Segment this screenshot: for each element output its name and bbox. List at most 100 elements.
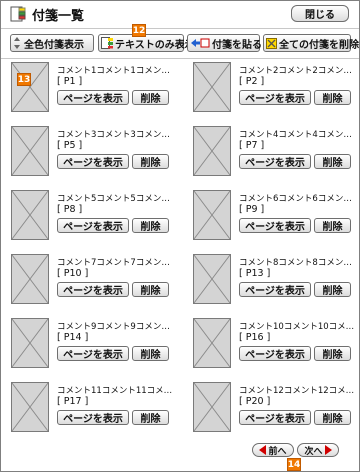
note-comment: コメント6コメント6コメント6...: [239, 194, 357, 204]
delete-note-button[interactable]: 削除: [132, 154, 169, 169]
close-button[interactable]: 閉じる: [291, 5, 349, 22]
show-page-button[interactable]: ページを表示: [57, 282, 129, 297]
page-thumbnail[interactable]: [11, 190, 49, 240]
delete-all-label: 全ての付箋を削除: [279, 39, 359, 51]
note-page-number: [ P2 ]: [239, 76, 265, 87]
divider: [1, 58, 359, 59]
sticky-note-icon: [10, 6, 26, 22]
toolbar: 全色付箋表示 テキストのみ表示 付箋を貼る 全ての付箋を削除: [1, 32, 359, 56]
delete-note-button[interactable]: 削除: [314, 154, 351, 169]
sticky-note-item: コメント2コメント2コメント2...[ P2 ] ページを表示 削除: [193, 62, 360, 118]
note-comment: コメント11コメント11コメン...: [57, 386, 175, 396]
show-page-button[interactable]: ページを表示: [57, 218, 129, 233]
sticky-note-item: コメント5コメント5コメント5...[ P8 ] ページを表示 削除: [11, 190, 186, 246]
prev-page-button[interactable]: 前へ: [252, 443, 294, 457]
show-page-button[interactable]: ページを表示: [239, 282, 311, 297]
note-page-number: [ P7 ]: [239, 140, 265, 151]
delete-note-button[interactable]: 削除: [132, 90, 169, 105]
delete-note-button[interactable]: 削除: [314, 218, 351, 233]
page-thumbnail[interactable]: [193, 318, 231, 368]
sticky-note-item: コメント10コメント10コメン...[ P16 ] ページを表示 削除: [193, 318, 360, 374]
delete-note-button[interactable]: 削除: [314, 346, 351, 361]
callout-badge-12: 12: [132, 24, 146, 37]
page-thumbnail[interactable]: [11, 254, 49, 304]
close-label: 閉じる: [305, 10, 335, 21]
delete-note-button[interactable]: 削除: [314, 282, 351, 297]
next-page-button[interactable]: 次へ: [297, 443, 339, 457]
page-thumbnail[interactable]: [193, 190, 231, 240]
page-thumbnail[interactable]: [11, 126, 49, 176]
sticky-note-item: コメント9コメント9コメント9...[ P14 ] ページを表示 削除: [11, 318, 186, 374]
page-thumbnail[interactable]: [11, 382, 49, 432]
show-page-button[interactable]: ページを表示: [239, 154, 311, 169]
note-page-number: [ P1 ]: [57, 76, 83, 87]
show-page-button[interactable]: ページを表示: [57, 90, 129, 105]
note-page-number: [ P10 ]: [57, 268, 89, 279]
show-page-button[interactable]: ページを表示: [239, 218, 311, 233]
note-comment: コメント4コメント4コメント4...: [239, 130, 357, 140]
sticky-note-item: コメント4コメント4コメント4...[ P7 ] ページを表示 削除: [193, 126, 360, 182]
note-comment: コメント9コメント9コメント9...: [57, 322, 175, 332]
note-comment: コメント7コメント7コメント7...: [57, 258, 175, 268]
show-page-button[interactable]: ページを表示: [57, 346, 129, 361]
show-page-button[interactable]: ページを表示: [239, 90, 311, 105]
show-page-button[interactable]: ページを表示: [57, 154, 129, 169]
color-filter-select[interactable]: 全色付箋表示: [10, 34, 94, 52]
note-page-number: [ P14 ]: [57, 332, 89, 343]
delete-all-icon: [266, 37, 277, 49]
note-page-number: [ P17 ]: [57, 396, 89, 407]
sticky-note-item: コメント12コメント12コメン...[ P20 ] ページを表示 削除: [193, 382, 360, 438]
text-list-icon: [101, 37, 113, 49]
delete-note-button[interactable]: 削除: [132, 282, 169, 297]
arrow-right-icon: [324, 445, 332, 455]
note-comment: コメント5コメント5コメント5...: [57, 194, 175, 204]
sticky-note-item: コメント11コメント11コメン...[ P17 ] ページを表示 削除: [11, 382, 186, 438]
delete-all-button[interactable]: 全ての付箋を削除: [263, 34, 359, 52]
title-bar: 付箋一覧 閉じる: [1, 1, 359, 27]
sticky-note-item: コメント7コメント7コメント7...[ P10 ] ページを表示 削除: [11, 254, 186, 310]
note-comment: コメント12コメント12コメン...: [239, 386, 357, 396]
show-page-button[interactable]: ページを表示: [239, 410, 311, 425]
page-thumbnail[interactable]: [11, 318, 49, 368]
note-comment: コメント3コメント3コメント3...: [57, 130, 175, 140]
note-page-number: [ P8 ]: [57, 204, 83, 215]
delete-note-button[interactable]: 削除: [314, 90, 351, 105]
show-page-button[interactable]: ページを表示: [239, 346, 311, 361]
page-thumbnail[interactable]: [11, 62, 49, 112]
page-thumbnail[interactable]: [193, 254, 231, 304]
note-comment: コメント1コメント1コメント1...: [57, 66, 175, 76]
note-page-number: [ P16 ]: [239, 332, 271, 343]
show-page-button[interactable]: ページを表示: [57, 410, 129, 425]
note-page-number: [ P13 ]: [239, 268, 271, 279]
sticky-note-item: コメント8コメント8コメント8...[ P13 ] ページを表示 削除: [193, 254, 360, 310]
panel-title: 付箋一覧: [32, 9, 85, 24]
note-page-number: [ P9 ]: [239, 204, 265, 215]
paste-note-button[interactable]: 付箋を貼る: [187, 34, 262, 52]
callout-badge-14: 14: [287, 458, 301, 471]
delete-note-button[interactable]: 削除: [132, 410, 169, 425]
page-thumbnail[interactable]: [193, 126, 231, 176]
delete-note-button[interactable]: 削除: [314, 410, 351, 425]
color-filter-label: 全色付箋表示: [24, 39, 84, 51]
sticky-notes-panel: 付箋一覧 閉じる 全色付箋表示 テキストのみ表示 付箋を貼る 全ての付箋を削除 …: [0, 0, 360, 472]
callout-badge-13: 13: [17, 73, 31, 86]
note-comment: コメント10コメント10コメン...: [239, 322, 357, 332]
note-page-number: [ P5 ]: [57, 140, 83, 151]
sticky-note-item: コメント1コメント1コメント1...[ P1 ] ページを表示 削除: [11, 62, 186, 118]
paste-note-label: 付箋を貼る: [212, 39, 262, 51]
note-comment: コメント2コメント2コメント2...: [239, 66, 357, 76]
arrow-left-icon: [259, 445, 267, 455]
sticky-note-item: コメント6コメント6コメント6...[ P9 ] ページを表示 削除: [193, 190, 360, 246]
text-only-label: テキストのみ表示: [115, 39, 195, 51]
note-comment: コメント8コメント8コメント8...: [239, 258, 357, 268]
prev-page-label: 前へ: [268, 446, 287, 457]
page-thumbnail[interactable]: [193, 62, 231, 112]
sort-arrows-icon: [13, 36, 21, 50]
delete-note-button[interactable]: 削除: [132, 346, 169, 361]
page-thumbnail[interactable]: [193, 382, 231, 432]
sticky-note-item: コメント3コメント3コメント3...[ P5 ] ページを表示 削除: [11, 126, 186, 182]
paste-note-icon: [190, 37, 210, 49]
note-page-number: [ P20 ]: [239, 396, 271, 407]
delete-note-button[interactable]: 削除: [132, 218, 169, 233]
divider: [1, 28, 359, 29]
